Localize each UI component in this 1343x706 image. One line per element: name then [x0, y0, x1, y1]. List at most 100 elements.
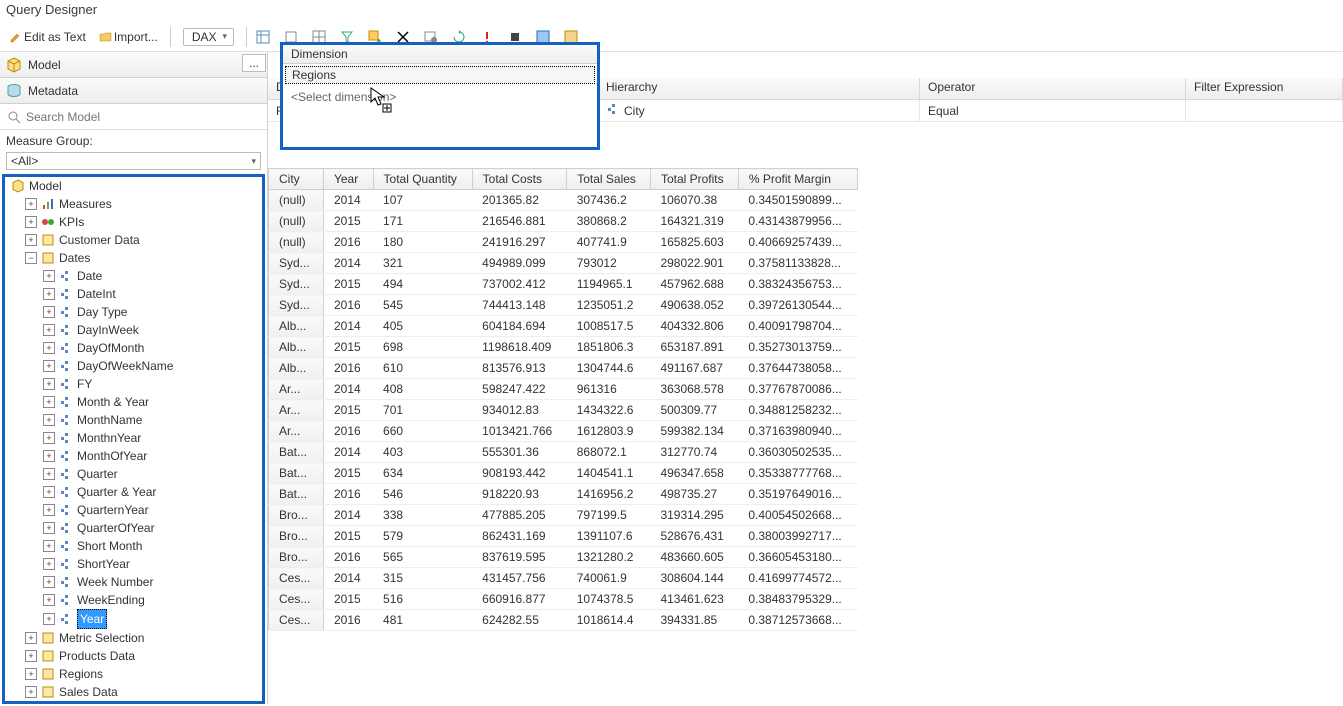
filter-header-filter-expression[interactable]: Filter Expression: [1186, 78, 1343, 100]
expand-icon[interactable]: +: [43, 396, 55, 408]
language-selector[interactable]: DAX ▾: [183, 28, 234, 46]
expand-icon[interactable]: +: [43, 270, 55, 282]
tree-dates-child[interactable]: +ShortYear: [41, 555, 262, 573]
tree-dates-child[interactable]: +DateInt: [41, 285, 262, 303]
table-row[interactable]: Syd...2014321494989.099793012298022.9010…: [269, 253, 858, 274]
tree-metric-selection[interactable]: + Metric Selection: [23, 629, 262, 647]
grid-column-header[interactable]: % Profit Margin: [738, 169, 857, 190]
tree-dates-child[interactable]: +Month & Year: [41, 393, 262, 411]
grid-column-header[interactable]: Total Costs: [472, 169, 567, 190]
grid-column-header[interactable]: City: [269, 169, 324, 190]
tree-dates-child[interactable]: +Quarter: [41, 465, 262, 483]
table-row[interactable]: Ar...20166601013421.7661612803.9599382.1…: [269, 421, 858, 442]
grid-column-header[interactable]: Total Quantity: [373, 169, 472, 190]
results-grid[interactable]: CityYearTotal QuantityTotal CostsTotal S…: [268, 168, 1343, 704]
tree-dates-child[interactable]: +DayInWeek: [41, 321, 262, 339]
expand-icon[interactable]: +: [43, 432, 55, 444]
tree-sales-data[interactable]: + Sales Data: [23, 683, 262, 701]
tree-dates-child[interactable]: +Week Number: [41, 573, 262, 591]
table-row[interactable]: Ar...2015701934012.831434322.6500309.770…: [269, 400, 858, 421]
table-row[interactable]: Ar...2014408598247.422961316363068.5780.…: [269, 379, 858, 400]
metadata-header[interactable]: Metadata: [0, 78, 267, 104]
import-button[interactable]: Import...: [94, 27, 162, 47]
table-row[interactable]: (null)2015171216546.881380868.2164321.31…: [269, 211, 858, 232]
expand-icon[interactable]: +: [25, 686, 37, 698]
measure-group-select[interactable]: <All> ▾: [6, 152, 261, 170]
expand-icon[interactable]: +: [43, 378, 55, 390]
table-row[interactable]: Syd...2016545744413.1481235051.2490638.0…: [269, 295, 858, 316]
expand-icon[interactable]: +: [43, 450, 55, 462]
expand-icon[interactable]: +: [25, 198, 37, 210]
model-ellipsis-button[interactable]: ...: [242, 54, 266, 72]
grid-column-header[interactable]: Total Profits: [650, 169, 738, 190]
edit-as-text-button[interactable]: Edit as Text: [4, 27, 90, 47]
tree-dates-child[interactable]: +MonthName: [41, 411, 262, 429]
tree-customer-data[interactable]: + Customer Data: [23, 231, 262, 249]
tree-dates-child[interactable]: +FY: [41, 375, 262, 393]
table-row[interactable]: Bro...2014338477885.205797199.5319314.29…: [269, 505, 858, 526]
expand-icon[interactable]: +: [25, 234, 37, 246]
expand-icon[interactable]: +: [43, 468, 55, 480]
tree-dates-child[interactable]: +Date: [41, 267, 262, 285]
expand-icon[interactable]: +: [43, 342, 55, 354]
table-row[interactable]: (null)2016180241916.297407741.9165825.60…: [269, 232, 858, 253]
grid-column-header[interactable]: Year: [323, 169, 373, 190]
expand-icon[interactable]: +: [43, 288, 55, 300]
expand-icon[interactable]: +: [43, 360, 55, 372]
select-dimension-placeholder[interactable]: <Select dimension>: [283, 86, 597, 108]
table-row[interactable]: Bat...2015634908193.4421404541.1496347.6…: [269, 463, 858, 484]
filter-header-operator[interactable]: Operator: [920, 78, 1186, 100]
dimension-box-value[interactable]: Regions: [285, 66, 595, 84]
expand-icon[interactable]: +: [43, 576, 55, 588]
expand-icon[interactable]: +: [43, 504, 55, 516]
expand-icon[interactable]: +: [43, 324, 55, 336]
toolbar-action-1[interactable]: [251, 27, 275, 47]
tree-dates-child[interactable]: +Day Type: [41, 303, 262, 321]
tree-dates-child[interactable]: +Quarter & Year: [41, 483, 262, 501]
expand-icon[interactable]: +: [25, 668, 37, 680]
table-row[interactable]: Ces...2015516660916.8771074378.5413461.6…: [269, 589, 858, 610]
expand-icon[interactable]: +: [25, 632, 37, 644]
table-row[interactable]: Ces...2014315431457.756740061.9308604.14…: [269, 568, 858, 589]
expand-icon[interactable]: +: [43, 540, 55, 552]
expand-icon[interactable]: +: [43, 522, 55, 534]
table-row[interactable]: (null)2014107201365.82307436.2106070.380…: [269, 190, 858, 211]
tree-dates-child[interactable]: +Short Month: [41, 537, 262, 555]
table-row[interactable]: Alb...20156981198618.4091851806.3653187.…: [269, 337, 858, 358]
table-row[interactable]: Alb...2014405604184.6941008517.5404332.8…: [269, 316, 858, 337]
tree-model-root[interactable]: Model: [9, 177, 262, 195]
tree-dates-child[interactable]: +QuarterOfYear: [41, 519, 262, 537]
filter-header-hierarchy[interactable]: Hierarchy: [598, 78, 920, 100]
expand-icon[interactable]: +: [43, 486, 55, 498]
table-row[interactable]: Bro...2015579862431.1691391107.6528676.4…: [269, 526, 858, 547]
table-row[interactable]: Bat...2014403555301.36868072.1312770.740…: [269, 442, 858, 463]
tree-dates-child[interactable]: +DayOfWeekName: [41, 357, 262, 375]
filter-value-operator[interactable]: Equal: [920, 100, 1186, 122]
expand-icon[interactable]: +: [43, 414, 55, 426]
tree-dates-child[interactable]: +QuarternYear: [41, 501, 262, 519]
tree-dates-child[interactable]: +WeekEnding: [41, 591, 262, 609]
tree-dates[interactable]: − Dates: [23, 249, 262, 267]
table-row[interactable]: Bat...2016546918220.931416956.2498735.27…: [269, 484, 858, 505]
table-row[interactable]: Ces...2016481624282.551018614.4394331.85…: [269, 610, 858, 631]
tree-dates-child[interactable]: +Year: [41, 609, 262, 629]
expand-icon[interactable]: +: [43, 306, 55, 318]
collapse-icon[interactable]: −: [25, 252, 37, 264]
expand-icon[interactable]: +: [25, 216, 37, 228]
table-row[interactable]: Syd...2015494737002.4121194965.1457962.6…: [269, 274, 858, 295]
expand-icon[interactable]: +: [43, 613, 55, 625]
filter-value-filter-expression[interactable]: [1186, 100, 1343, 122]
tree-kpis[interactable]: + KPIs: [23, 213, 262, 231]
tree-dates-child[interactable]: +DayOfMonth: [41, 339, 262, 357]
tree-dates-child[interactable]: +MonthOfYear: [41, 447, 262, 465]
expand-icon[interactable]: +: [43, 594, 55, 606]
tree-products-data[interactable]: + Products Data: [23, 647, 262, 665]
search-input[interactable]: [26, 110, 261, 124]
filter-value-hierarchy[interactable]: City: [598, 100, 920, 122]
expand-icon[interactable]: +: [43, 558, 55, 570]
table-row[interactable]: Alb...2016610813576.9131304744.6491167.6…: [269, 358, 858, 379]
tree-regions[interactable]: + Regions: [23, 665, 262, 683]
grid-column-header[interactable]: Total Sales: [567, 169, 651, 190]
expand-icon[interactable]: +: [25, 650, 37, 662]
tree-measures[interactable]: + Measures: [23, 195, 262, 213]
